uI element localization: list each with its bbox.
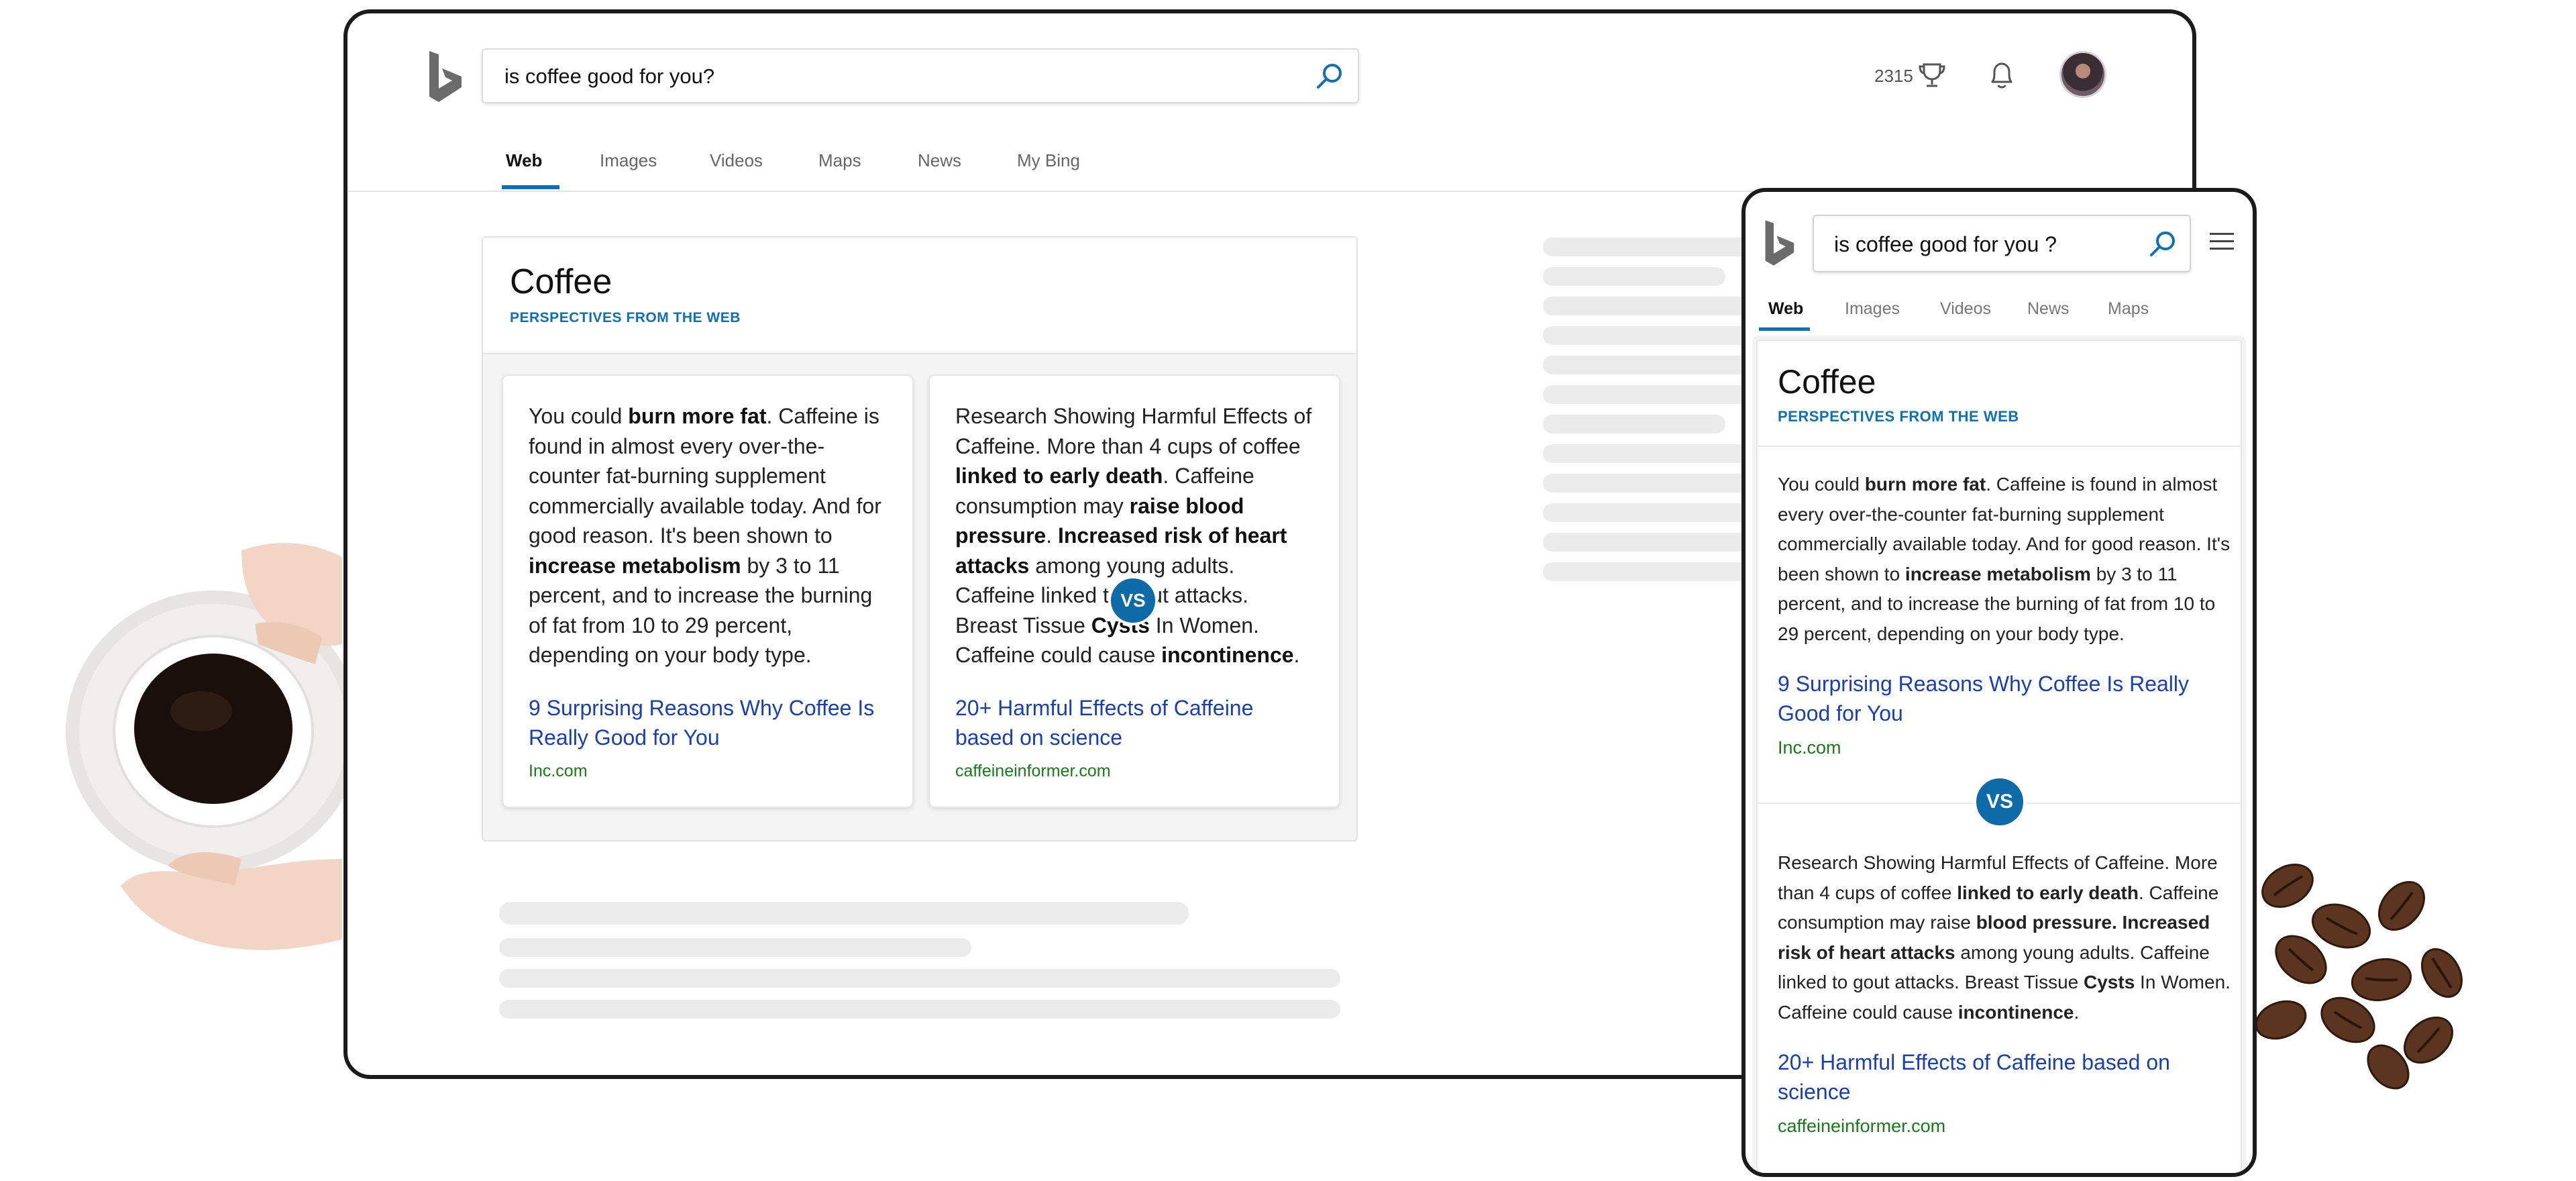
perspective-pro: You could burn more fat. Caffeine is fou… [1778, 470, 2231, 758]
active-tab-indicator [502, 185, 559, 189]
tab-my-bing[interactable]: My Bing [1017, 150, 1080, 171]
perspective-domain: Inc.com [1778, 737, 1841, 758]
skeleton-line [1543, 326, 1771, 345]
menu-icon[interactable] [2208, 231, 2235, 252]
skeleton-line [499, 1000, 1340, 1019]
rewards-points[interactable]: 2315 [1874, 66, 1913, 87]
card-title: Coffee [510, 262, 612, 301]
skeleton-line [1543, 297, 1771, 315]
card-subtitle: PERSPECTIVES FROM THE WEB [1778, 408, 2019, 425]
tab-maps[interactable]: Maps [818, 150, 861, 171]
perspective-text: Research Showing Harmful Effects of Caff… [1778, 852, 2231, 1023]
emphasis: burn more fat [1864, 474, 1986, 495]
tab-images[interactable]: Images [1845, 299, 1900, 319]
perspective-text: You could burn more fat. Caffeine is fou… [529, 404, 881, 667]
tab-images[interactable]: Images [600, 150, 657, 171]
perspective-link[interactable]: 20+ Harmful Effects of Caffeine based on… [955, 693, 1313, 752]
perspective-link[interactable]: 9 Surprising Reasons Why Coffee Is Reall… [529, 693, 887, 752]
perspective-text: You could burn more fat. Caffeine is fou… [1778, 474, 2231, 644]
skeleton-line [499, 938, 971, 957]
trophy-icon[interactable] [1917, 60, 1947, 90]
emphasis: increase metabolism [1904, 563, 2091, 584]
skeleton-line [1543, 415, 1725, 433]
active-tab-indicator [1759, 327, 1810, 331]
emphasis: Cysts [2084, 972, 2135, 992]
tab-maps[interactable]: Maps [2108, 299, 2149, 319]
skeleton-line [1543, 356, 1771, 374]
card-header: Coffee PERSPECTIVES FROM THE WEB [483, 238, 1356, 354]
perspective-pro: You could burn more fat. Caffeine is fou… [502, 374, 914, 808]
search-tabs: Web Images Videos Maps News My Bing [347, 140, 2192, 192]
skeleton-line [1543, 474, 1771, 493]
emphasis: incontinence [1957, 1001, 2074, 1023]
search-input[interactable]: is coffee good for you ? [1834, 232, 2057, 257]
skeleton-line [1543, 444, 1771, 463]
emphasis: incontinence [1161, 643, 1294, 667]
vs-badge: VS [1108, 576, 1158, 625]
mobile-window: is coffee good for you ? Web Images Vide… [1741, 188, 2257, 1177]
skeleton-line [499, 902, 1189, 925]
tab-web[interactable]: Web [506, 150, 542, 171]
divider [1758, 446, 2241, 447]
search-input[interactable]: is coffee good for you? [504, 64, 714, 89]
tab-videos[interactable]: Videos [710, 150, 763, 171]
coffee-beans-photo [2255, 864, 2463, 1090]
bell-icon[interactable] [1987, 59, 2017, 91]
card-title: Coffee [1778, 363, 1876, 401]
search-box[interactable]: is coffee good for you? [482, 48, 1359, 103]
emphasis: linked to early death [1957, 882, 2139, 903]
search-icon[interactable] [2148, 229, 2178, 259]
vs-badge: VS [1974, 776, 2026, 828]
card-subtitle: PERSPECTIVES FROM THE WEB [510, 310, 741, 325]
bing-logo-icon[interactable] [427, 50, 463, 103]
search-icon[interactable] [1315, 62, 1344, 91]
perspectives-card: Coffee PERSPECTIVES FROM THE WEB You cou… [482, 236, 1358, 841]
tab-news[interactable]: News [2027, 299, 2070, 319]
emphasis: burn more fat [628, 404, 767, 428]
skeleton-line [1543, 238, 1771, 256]
emphasis: increase metabolism [529, 553, 741, 578]
skeleton-line [499, 969, 1340, 988]
tab-videos[interactable]: Videos [1940, 299, 1991, 319]
tab-web[interactable]: Web [1768, 299, 1803, 319]
perspective-domain: caffeineinformer.com [1778, 1116, 1946, 1136]
tab-news[interactable]: News [918, 150, 961, 171]
skeleton-line [1543, 533, 1771, 552]
perspectives-card: Coffee PERSPECTIVES FROM THE WEB You cou… [1756, 340, 2242, 1173]
perspective-domain: Inc.com [529, 761, 588, 780]
avatar[interactable] [2059, 51, 2106, 98]
emphasis: blood pressure. Increased risk of heart … [1778, 912, 2210, 963]
perspective-link[interactable]: 9 Surprising Reasons Why Coffee Is Reall… [1778, 669, 2231, 728]
perspective-link[interactable]: 20+ Harmful Effects of Caffeine based on… [1778, 1047, 2231, 1107]
emphasis: linked to early death [955, 464, 1163, 488]
coffee-cup-photo [66, 543, 349, 950]
perspective-text: Research Showing Harmful Effects of Caff… [955, 404, 1312, 667]
perspective-con: Research Showing Harmful Effects of Caff… [1778, 848, 2231, 1137]
bing-logo-icon[interactable] [1763, 219, 1795, 267]
perspective-domain: caffeineinformer.com [955, 761, 1111, 780]
skeleton-line [1543, 503, 1771, 522]
skeleton-line [1543, 562, 1771, 581]
skeleton-line [1543, 385, 1771, 404]
skeleton-line [1543, 267, 1725, 286]
search-box[interactable]: is coffee good for you ? [1813, 215, 2191, 272]
